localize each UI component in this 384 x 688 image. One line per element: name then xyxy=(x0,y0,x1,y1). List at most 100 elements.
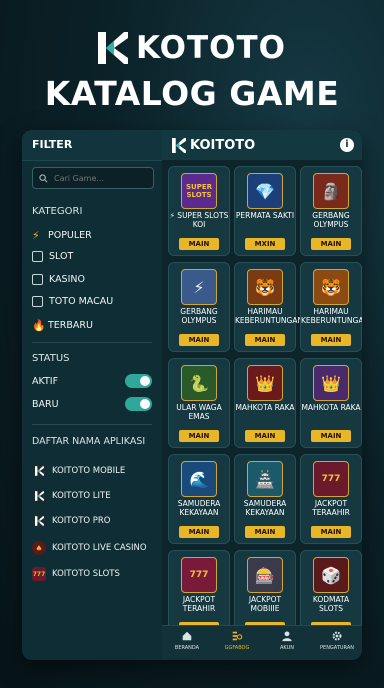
game-name: GERBANG OLYMPUS xyxy=(180,307,218,325)
game-name: KODMATA SLOTS xyxy=(312,595,350,613)
status-label: AKTIF xyxy=(32,376,59,387)
search-input[interactable] xyxy=(52,172,146,184)
game-thumbnail[interactable]: 💎 xyxy=(247,173,283,209)
play-button[interactable]: MAIN xyxy=(311,430,351,442)
game-card[interactable]: 🏯 SAMUDERA KEKAYAAN MAIN xyxy=(234,454,296,544)
app-item-pro[interactable]: KOITOTO PRO xyxy=(32,514,111,528)
app-label: KOITOTO LITE xyxy=(52,491,111,501)
game-name: HARIMAU KEBERUNTUNGAN xyxy=(301,307,362,325)
k-logo-icon xyxy=(98,32,128,64)
app-item-live-casino[interactable]: ♠ KOITOTO LIVE CASINO xyxy=(32,541,147,555)
catalog-panel: FILTER KATEGORI ⚡ POPULER SLOT KASINO TO… xyxy=(22,130,362,660)
game-card[interactable]: 👑 MAHKOTA RAKA MAIN xyxy=(234,358,296,448)
play-button[interactable]: MAIN xyxy=(179,526,219,538)
game-name: ULAR WAGA EMAS xyxy=(176,403,222,421)
catalog-icon xyxy=(232,631,243,641)
games-panel: KOITOTO i SUPER SLOTS ⚡ SUPER SLOTS KOI MA… xyxy=(162,130,362,660)
kategori-item-terbaru[interactable]: 🔥 TERBARU xyxy=(32,319,93,332)
aktif-toggle[interactable] xyxy=(125,374,152,388)
nav-tab-pengaturan[interactable]: PENGATURAN xyxy=(312,626,362,660)
game-thumbnail[interactable]: 👑 xyxy=(313,365,349,401)
game-card[interactable]: 💎 PERMATA SAKTI MXIN xyxy=(234,166,296,256)
game-name: GERBANG OLYMPUS xyxy=(312,211,350,229)
search-box[interactable] xyxy=(32,167,154,189)
game-card[interactable]: 🐍 ULAR WAGA EMAS MAIN xyxy=(168,358,230,448)
play-button[interactable]: MAIN xyxy=(245,526,285,538)
hero-header: KOTOTO KATALOG GAME xyxy=(0,30,384,113)
kategori-heading: KATEGORI xyxy=(32,206,83,217)
game-thumbnail[interactable]: 777 xyxy=(181,557,217,593)
baru-toggle[interactable] xyxy=(125,397,152,411)
game-card[interactable]: 🐯 HARIMAU KEBERUNTUNGAN MAIN xyxy=(300,262,362,352)
game-card[interactable]: 🐯 HARIMAU KEBERUNTUNGAN MAIN xyxy=(234,262,303,352)
game-card[interactable]: SUPER SLOTS ⚡ SUPER SLOTS KOI MAIN xyxy=(168,166,230,256)
app-item-mobile[interactable]: KOITOTO MOBILE xyxy=(32,464,125,478)
kategori-label: TERBARU xyxy=(48,320,93,331)
app-label: KOITOTO SLOTS xyxy=(52,569,120,579)
status-label: BARU xyxy=(32,399,59,410)
game-thumbnail[interactable]: 👑 xyxy=(247,365,283,401)
home-icon xyxy=(182,631,192,641)
kategori-item-populer[interactable]: ⚡ POPULER xyxy=(32,229,92,242)
game-thumbnail[interactable]: SUPER SLOTS xyxy=(181,173,217,209)
fire-icon: 🔥 xyxy=(32,319,46,332)
nav-tab-ggfabog[interactable]: GGFABOG xyxy=(212,626,262,660)
game-thumbnail[interactable]: 🎰 xyxy=(247,557,283,593)
kategori-label: KASINO xyxy=(49,274,85,285)
play-button[interactable]: MAIN xyxy=(179,238,219,250)
status-item-baru: BARU xyxy=(32,399,59,410)
play-button[interactable]: MAIN xyxy=(245,334,285,346)
checkbox-icon[interactable] xyxy=(32,274,43,285)
kategori-item-toto-macau[interactable]: TOTO MACAU xyxy=(32,296,113,307)
game-name: ⚡ SUPER SLOTS KOI xyxy=(169,211,229,229)
k-logo-icon xyxy=(32,489,46,503)
kategori-label: POPULER xyxy=(48,230,92,241)
play-button[interactable]: MAIN xyxy=(179,430,219,442)
info-icon[interactable]: i xyxy=(340,138,354,152)
game-thumbnail[interactable]: 🐍 xyxy=(181,365,217,401)
play-button[interactable]: MXIN xyxy=(245,238,285,250)
nav-label: AKUN xyxy=(280,645,294,651)
game-name: PERMATA SAKTI xyxy=(235,211,295,220)
checkbox-icon[interactable] xyxy=(32,251,43,262)
game-card[interactable]: ⚡ GERBANG OLYMPUS MAIN xyxy=(168,262,230,352)
game-thumbnail[interactable]: 🎲 xyxy=(313,557,349,593)
game-card[interactable]: 🗿 GERBANG OLYMPUS MAIN xyxy=(300,166,362,256)
nav-tab-beranda[interactable]: BERANDA xyxy=(162,626,212,660)
k-logo-icon xyxy=(32,464,46,478)
game-name: SAMUDERA KEKAYAAN xyxy=(177,499,221,517)
k-logo-icon xyxy=(172,137,186,153)
game-thumbnail[interactable]: 🌊 xyxy=(181,461,217,497)
play-button[interactable]: MAIN xyxy=(311,526,351,538)
slot-machine-icon: 777 xyxy=(32,567,46,581)
game-grid: SUPER SLOTS ⚡ SUPER SLOTS KOI MAIN 💎 PERMATA… xyxy=(168,166,362,640)
game-card[interactable]: 777 JACKPOT TERAAHIR MAIN xyxy=(300,454,362,544)
play-button[interactable]: MAIN xyxy=(311,238,351,250)
filter-sidebar: FILTER KATEGORI ⚡ POPULER SLOT KASINO TO… xyxy=(22,130,162,660)
divider xyxy=(32,342,152,343)
game-thumbnail[interactable]: 🐯 xyxy=(247,269,283,305)
divider xyxy=(32,424,152,425)
kategori-item-kasino[interactable]: KASINO xyxy=(32,274,85,285)
play-button[interactable]: MAIN xyxy=(245,430,285,442)
game-thumbnail[interactable]: ⚡ xyxy=(181,269,217,305)
status-heading: STATUS xyxy=(32,353,70,364)
game-thumbnail[interactable]: 🗿 xyxy=(313,173,349,209)
play-button[interactable]: MAIN xyxy=(311,334,351,346)
nav-tab-akun[interactable]: AKUN xyxy=(262,626,312,660)
play-button[interactable]: MAIN xyxy=(179,334,219,346)
game-thumbnail[interactable]: 🏯 xyxy=(247,461,283,497)
nav-label: BERANDA xyxy=(174,645,200,651)
game-thumbnail[interactable]: 🐯 xyxy=(313,269,349,305)
app-item-lite[interactable]: KOITOTO LITE xyxy=(32,489,111,503)
game-card[interactable]: 🌊 SAMUDERA KEKAYAAN MAIN xyxy=(168,454,230,544)
app-label: KOITOTO LIVE CASINO xyxy=(52,543,147,553)
hero-brand: KOTOTO xyxy=(136,30,286,66)
checkbox-icon[interactable] xyxy=(32,296,43,307)
app-item-slots[interactable]: 777 KOITOTO SLOTS xyxy=(32,567,120,581)
lightning-icon: ⚡ xyxy=(32,229,40,242)
game-thumbnail[interactable]: 777 xyxy=(313,461,349,497)
kategori-item-slot[interactable]: SLOT xyxy=(32,251,73,262)
game-card[interactable]: 👑 MAHKOTA RAKA MAIN xyxy=(300,358,362,448)
kategori-label: TOTO MACAU xyxy=(49,296,114,307)
